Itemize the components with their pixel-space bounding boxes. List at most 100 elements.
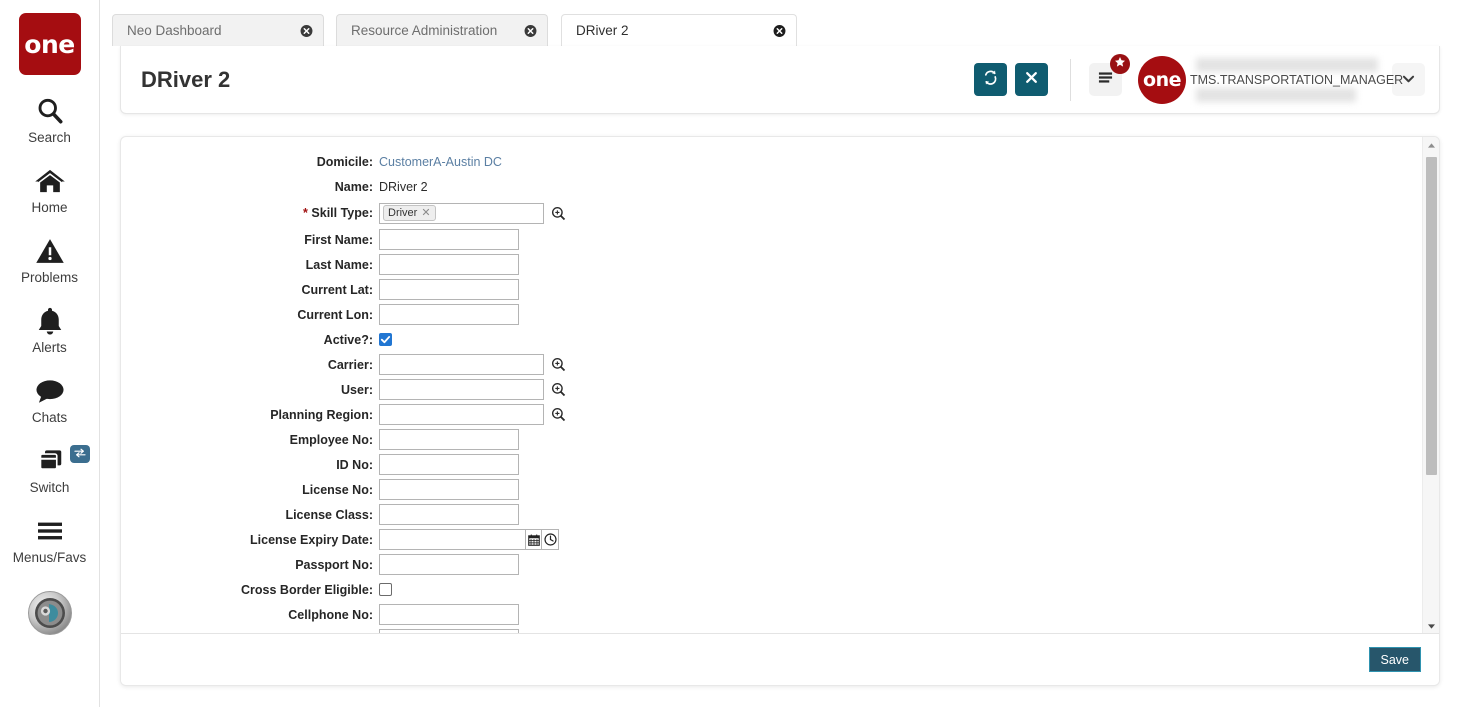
cross-border-eligible-checkbox[interactable] [379, 583, 392, 596]
field-label: License No: [121, 483, 379, 497]
calendar-icon[interactable] [525, 529, 542, 550]
current-lon-input[interactable] [379, 304, 519, 325]
last-name-input[interactable] [379, 254, 519, 275]
user-avatar-icon[interactable] [28, 591, 72, 635]
id-no-input[interactable] [379, 454, 519, 475]
driver-form: Domicile: CustomerA-Austin DC Name: DRiv… [121, 137, 1439, 635]
page-header-card: DRiver 2 [120, 46, 1440, 114]
field-row-planning-region: Planning Region: [121, 402, 1439, 427]
user-org-logo-text: one [1143, 69, 1181, 91]
first-name-input[interactable] [379, 229, 519, 250]
field-label: Current Lon: [121, 308, 379, 322]
magnifier-icon[interactable] [551, 407, 566, 422]
favorites-menu-button[interactable] [1089, 63, 1122, 96]
field-label: Cellphone No: [121, 608, 379, 622]
sidebar-item-label: Chats [32, 410, 67, 425]
field-label: License Expiry Date: [121, 533, 379, 547]
caret-up-icon[interactable] [1423, 137, 1440, 154]
refresh-button[interactable] [974, 63, 1007, 96]
sidebar-item-home[interactable]: Home [0, 165, 100, 215]
chevron-down-icon [1401, 71, 1416, 89]
close-circle-icon[interactable] [773, 24, 786, 37]
carrier-input[interactable] [379, 354, 544, 375]
application-window: one Search Home [0, 0, 1459, 707]
domicile-link[interactable]: CustomerA-Austin DC [379, 155, 502, 169]
field-label: Domicile: [121, 155, 379, 169]
active-checkbox[interactable] [379, 333, 392, 346]
sidebar-item-label: Alerts [32, 340, 67, 355]
sidebar-item-menus-favs[interactable]: Menus/Favs [0, 515, 100, 565]
field-row-carrier: Carrier: [121, 352, 1439, 377]
field-row-current-lat: Current Lat: [121, 277, 1439, 302]
tab-resource-administration[interactable]: Resource Administration [336, 14, 548, 46]
skill-type-input[interactable]: Driver ✕ [379, 203, 544, 224]
sidebar-item-chats[interactable]: Chats [0, 375, 100, 425]
field-label: Employee No: [121, 433, 379, 447]
sidebar-item-search[interactable]: Search [0, 95, 100, 145]
planning-region-input[interactable] [379, 404, 544, 425]
magnifier-icon[interactable] [551, 357, 566, 372]
chip-remove-icon[interactable]: ✕ [421, 208, 430, 219]
scrollbar-thumb[interactable] [1426, 157, 1437, 475]
employee-no-input[interactable] [379, 429, 519, 450]
tab-label: Resource Administration [337, 23, 497, 38]
field-label: Current Lat: [121, 283, 379, 297]
field-row-id-no: ID No: [121, 452, 1439, 477]
chip-label: Driver [388, 207, 417, 219]
swap-arrows-icon [74, 448, 86, 461]
license-expiry-date-input[interactable] [379, 529, 526, 550]
magnifier-icon[interactable] [551, 206, 566, 221]
tab-driver-2[interactable]: DRiver 2 [561, 14, 797, 46]
browser-tab-strip: Neo Dashboard Resource Administration DR… [100, 0, 1459, 46]
switch-badge[interactable] [70, 445, 90, 463]
close-circle-icon[interactable] [300, 24, 313, 37]
left-navigation-rail: one Search Home [0, 0, 100, 707]
form-card: Domicile: CustomerA-Austin DC Name: DRiv… [120, 136, 1440, 686]
warning-triangle-icon [35, 235, 65, 267]
field-row-skill-type: * Skill Type: Driver ✕ [121, 199, 1439, 227]
field-label: Name: [121, 180, 379, 194]
field-row-passport-no: Passport No: [121, 552, 1439, 577]
field-label: Planning Region: [121, 408, 379, 422]
star-icon [1114, 55, 1126, 73]
required-asterisk: * [303, 206, 308, 220]
sidebar-item-label: Problems [21, 270, 78, 285]
field-label: User: [121, 383, 379, 397]
cellphone-no-input[interactable] [379, 604, 519, 625]
field-label: Cross Border Eligible: [121, 583, 379, 597]
field-row-last-name: Last Name: [121, 252, 1439, 277]
current-lat-input[interactable] [379, 279, 519, 300]
sidebar-item-problems[interactable]: Problems [0, 235, 100, 285]
save-button[interactable]: Save [1369, 647, 1422, 672]
clock-icon[interactable] [542, 529, 559, 550]
field-label-text: Skill Type: [311, 206, 373, 220]
app-logo[interactable]: one [19, 13, 81, 75]
header-divider [1070, 59, 1071, 101]
field-label: Active?: [121, 333, 379, 347]
field-label: Last Name: [121, 258, 379, 272]
license-no-input[interactable] [379, 479, 519, 500]
sidebar-item-label: Home [31, 200, 67, 215]
user-input[interactable] [379, 379, 544, 400]
home-icon [34, 165, 66, 197]
sidebar-item-label: Menus/Favs [13, 550, 87, 565]
tab-label: DRiver 2 [562, 23, 629, 38]
user-identity-block[interactable]: TMS.TRANSPORTATION_MANAGER [1190, 56, 1380, 104]
windows-switch-icon [35, 445, 65, 477]
form-vertical-scrollbar[interactable] [1422, 137, 1439, 635]
field-row-active: Active?: [121, 327, 1439, 352]
field-row-user: User: [121, 377, 1439, 402]
user-org-logo: one [1138, 56, 1186, 104]
field-label: Carrier: [121, 358, 379, 372]
field-row-current-lon: Current Lon: [121, 302, 1439, 327]
magnifier-icon[interactable] [551, 382, 566, 397]
tab-neo-dashboard[interactable]: Neo Dashboard [112, 14, 324, 46]
user-name-label: TMS.TRANSPORTATION_MANAGER [1190, 73, 1403, 87]
close-circle-icon[interactable] [524, 24, 537, 37]
close-button[interactable] [1015, 63, 1048, 96]
sidebar-item-switch[interactable]: Switch [0, 445, 100, 495]
passport-no-input[interactable] [379, 554, 519, 575]
redacted-bar-top [1196, 58, 1378, 72]
license-class-input[interactable] [379, 504, 519, 525]
sidebar-item-alerts[interactable]: Alerts [0, 305, 100, 355]
